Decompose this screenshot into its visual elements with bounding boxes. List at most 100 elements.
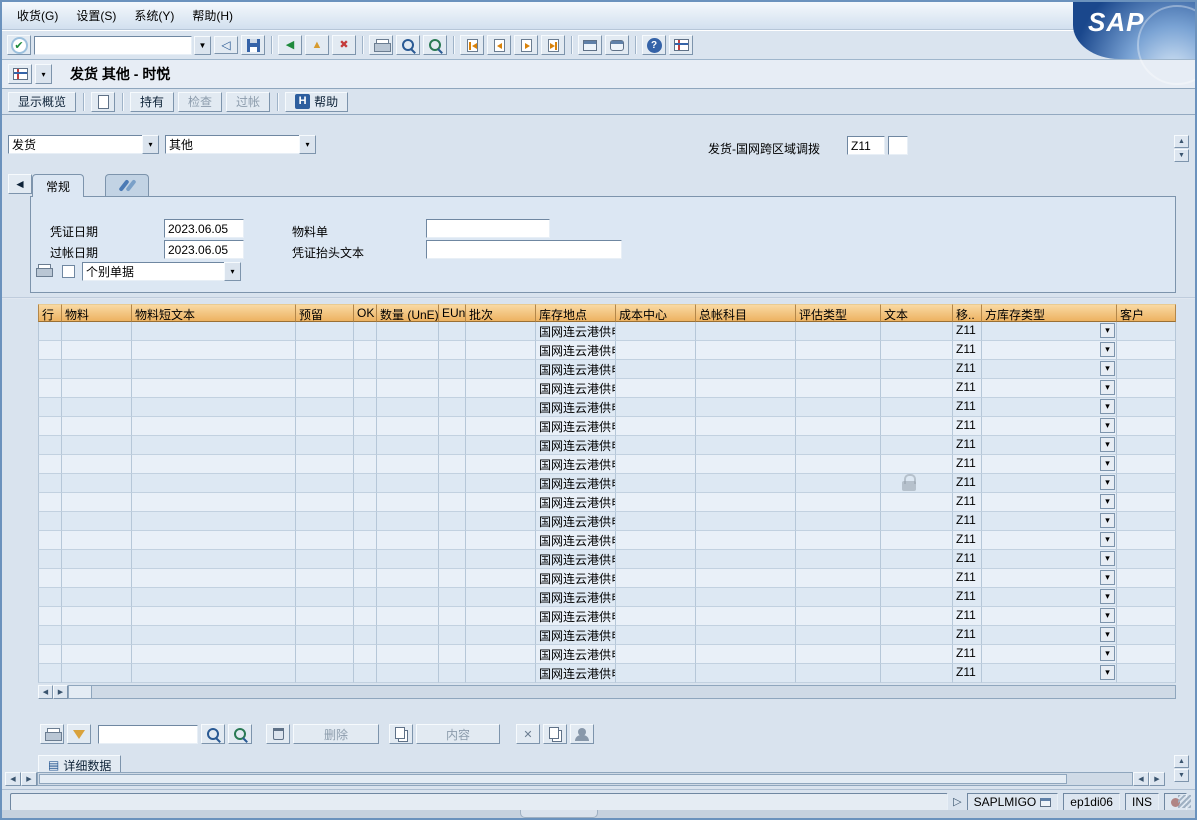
cell-quantity[interactable] — [377, 588, 439, 607]
cell-ok[interactable] — [354, 341, 377, 360]
cell-line[interactable] — [38, 664, 62, 683]
cell-ok[interactable] — [354, 398, 377, 417]
cell-stock_type[interactable]: ▾ — [982, 607, 1117, 626]
cell-batch[interactable] — [466, 550, 536, 569]
cell-line[interactable] — [38, 379, 62, 398]
cell-short_text[interactable] — [132, 664, 296, 683]
create-shortcut-button[interactable] — [605, 35, 629, 55]
cell-customer[interactable] — [1117, 493, 1176, 512]
cell-line[interactable] — [38, 360, 62, 379]
scroll-down-button-2[interactable]: ▼ — [1174, 769, 1189, 782]
table-row[interactable]: 国网连云港供电Z11▾ — [38, 607, 1176, 626]
print-button[interactable] — [369, 35, 393, 55]
cell-reservation[interactable] — [296, 341, 354, 360]
status-continue-icon[interactable]: ▷ — [953, 797, 961, 808]
cell-gl_account[interactable] — [696, 531, 796, 550]
cell-quantity[interactable] — [377, 607, 439, 626]
reference-combo-value[interactable] — [165, 135, 300, 154]
back-button[interactable]: ◀ — [278, 35, 302, 55]
cell-eun[interactable] — [439, 645, 466, 664]
cell-reservation[interactable] — [296, 455, 354, 474]
item-print-button[interactable] — [40, 724, 64, 744]
cell-eun[interactable] — [439, 550, 466, 569]
cell-line[interactable] — [38, 512, 62, 531]
cell-movement_type[interactable]: Z11 — [953, 626, 982, 645]
cell-quantity[interactable] — [377, 360, 439, 379]
cell-material[interactable] — [62, 607, 132, 626]
table-row[interactable]: 国网连云港供电Z11▾ — [38, 360, 1176, 379]
cell-material[interactable] — [62, 398, 132, 417]
cell-storage_location[interactable]: 国网连云港供电 — [536, 512, 616, 531]
cell-cost_center[interactable] — [616, 493, 696, 512]
cell-quantity[interactable] — [377, 512, 439, 531]
cell-quantity[interactable] — [377, 436, 439, 455]
cell-reservation[interactable] — [296, 531, 354, 550]
scroll-up-button[interactable]: ▲ — [1174, 135, 1189, 148]
previous-page-button[interactable] — [487, 35, 511, 55]
stock-type-dropdown-icon[interactable]: ▾ — [1100, 646, 1115, 661]
cell-ok[interactable] — [354, 645, 377, 664]
cell-cost_center[interactable] — [616, 626, 696, 645]
cell-text[interactable] — [881, 645, 953, 664]
column-header-material[interactable]: 物料 — [62, 304, 132, 322]
cell-material[interactable] — [62, 360, 132, 379]
cell-storage_location[interactable]: 国网连云港供电 — [536, 493, 616, 512]
cell-eun[interactable] — [439, 455, 466, 474]
delete-button[interactable]: 删除 — [293, 724, 379, 744]
cell-short_text[interactable] — [132, 569, 296, 588]
cell-customer[interactable] — [1117, 569, 1176, 588]
cell-cost_center[interactable] — [616, 588, 696, 607]
command-input[interactable] — [34, 36, 192, 55]
cell-batch[interactable] — [466, 607, 536, 626]
content-button[interactable]: 内容 — [416, 724, 500, 744]
cell-material[interactable] — [62, 493, 132, 512]
table-row[interactable]: 国网连云港供电Z11▾ — [38, 474, 1176, 493]
cell-storage_location[interactable]: 国网连云港供电 — [536, 645, 616, 664]
menu-system[interactable]: 系统(Y) — [125, 3, 183, 28]
cell-movement_type[interactable]: Z11 — [953, 379, 982, 398]
cell-short_text[interactable] — [132, 417, 296, 436]
cell-customer[interactable] — [1117, 512, 1176, 531]
cell-quantity[interactable] — [377, 322, 439, 341]
cell-stock_type[interactable]: ▾ — [982, 398, 1117, 417]
cell-reservation[interactable] — [296, 322, 354, 341]
cell-material[interactable] — [62, 455, 132, 474]
material-slip-field[interactable] — [426, 219, 550, 238]
stock-type-dropdown-icon[interactable]: ▾ — [1100, 399, 1115, 414]
cell-stock_type[interactable]: ▾ — [982, 417, 1117, 436]
table-row[interactable]: 国网连云港供电Z11▾ — [38, 512, 1176, 531]
cell-text[interactable] — [881, 664, 953, 683]
cell-reservation[interactable] — [296, 626, 354, 645]
cell-line[interactable] — [38, 531, 62, 550]
cell-stock_type[interactable]: ▾ — [982, 664, 1117, 683]
cell-batch[interactable] — [466, 398, 536, 417]
cell-text[interactable] — [881, 531, 953, 550]
stock-type-dropdown-icon[interactable]: ▾ — [1100, 437, 1115, 452]
cell-short_text[interactable] — [132, 645, 296, 664]
column-header-reservation[interactable]: 预留 — [296, 304, 354, 322]
cell-storage_location[interactable]: 国网连云港供电 — [536, 607, 616, 626]
cell-eun[interactable] — [439, 360, 466, 379]
cell-valuation_type[interactable] — [796, 493, 881, 512]
overview-tree-button[interactable] — [8, 64, 32, 84]
cell-material[interactable] — [62, 379, 132, 398]
cell-text[interactable] — [881, 607, 953, 626]
stock-type-dropdown-icon[interactable]: ▾ — [1100, 494, 1115, 509]
cell-stock_type[interactable]: ▾ — [982, 531, 1117, 550]
cell-quantity[interactable] — [377, 398, 439, 417]
cell-reservation[interactable] — [296, 550, 354, 569]
cell-movement_type[interactable]: Z11 — [953, 455, 982, 474]
cell-movement_type[interactable]: Z11 — [953, 360, 982, 379]
cell-short_text[interactable] — [132, 531, 296, 550]
cell-stock_type[interactable]: ▾ — [982, 512, 1117, 531]
cell-batch[interactable] — [466, 493, 536, 512]
cell-cost_center[interactable] — [616, 550, 696, 569]
cell-eun[interactable] — [439, 379, 466, 398]
cell-ok[interactable] — [354, 569, 377, 588]
cell-gl_account[interactable] — [696, 474, 796, 493]
cell-ok[interactable] — [354, 531, 377, 550]
cell-text[interactable] — [881, 512, 953, 531]
cell-quantity[interactable] — [377, 645, 439, 664]
cell-storage_location[interactable]: 国网连云港供电 — [536, 588, 616, 607]
cell-storage_location[interactable]: 国网连云港供电 — [536, 455, 616, 474]
